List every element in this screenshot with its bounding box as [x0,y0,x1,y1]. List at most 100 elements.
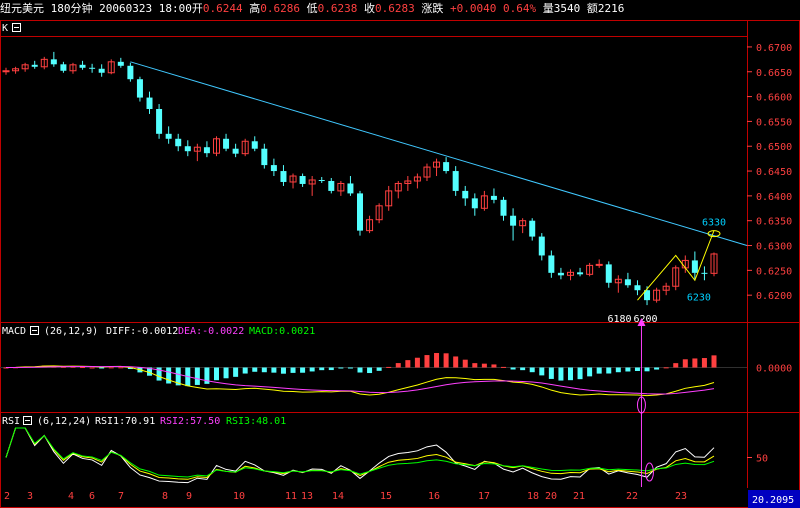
annotation-high: 6330 [702,218,726,229]
price-tick-label: 0.6250 [756,266,792,277]
macd-bar [242,367,248,374]
macd-bar [481,363,487,368]
macd-bar [213,367,219,381]
annotation-low-b: 6200 [633,314,657,325]
candle-body-down [175,138,182,147]
rsi2-line [5,427,715,480]
candle-body-down [490,195,497,200]
x-label: 17 [478,491,490,502]
macd-bar [424,355,430,368]
macd-bar [233,367,239,377]
macd-bar [692,358,698,368]
x-label: 11 [285,491,297,502]
candle-body-up [2,70,10,73]
macd-bar [501,366,507,368]
candle-body-down [261,148,268,166]
chart-frame [0,20,800,508]
x-label: 10 [233,491,245,502]
macd-bar [194,367,200,385]
macd-bar [510,367,516,370]
price-chart: K MACD (26,12,9) DIFF:-0.0012 DEA:-0.002… [0,20,800,508]
outer-frame [0,20,800,508]
macd-toggle-icon[interactable] [30,326,39,335]
rsi-params: (6,12,24) [37,416,91,427]
macd-bar [89,367,95,369]
macd-bar [118,367,124,369]
candle-body-down [270,165,277,172]
candle-body-down [347,183,354,194]
x-label: 15 [380,491,392,502]
macd-bar [367,367,373,374]
candle-body-down [127,65,134,80]
macd-bar [644,367,650,372]
candle-body-down [510,215,517,226]
macd-bar [520,367,526,371]
candle-body-down [577,272,584,275]
candle-body-down [452,171,459,191]
macd-bar [701,358,707,368]
candle-body-down [50,59,57,65]
price-tick-label: 0.6350 [756,217,792,228]
candle-body-down [165,133,172,139]
macd-bar [261,367,267,373]
k-panel-label: K [2,23,8,34]
macd-bar [108,367,114,369]
candle-body-down [251,141,258,149]
macd-params: (26,12,9) [44,326,98,337]
macd-bar [606,367,612,374]
macd-bar [386,366,392,368]
x-label: 13 [301,491,313,502]
macd-bar [338,367,344,369]
rsi-panel-label: RSI [2,416,20,427]
candle-body-down [223,138,230,149]
macd-value-name: MACD:0.0021 [249,326,315,337]
price-axis-ticks: 0.6700 0.6650 0.6600 0.6550 0.6500 0.6450 0.64… [747,43,792,302]
rsi3-legend: RSI3:48.01 [226,416,286,427]
rsi-toggle-icon[interactable] [23,416,32,425]
candle-body-down [529,220,536,237]
rsi-tick-label: 50 [756,454,768,465]
x-label: 14 [332,491,344,502]
macd-bar [319,367,325,371]
macd-bar [577,367,583,380]
macd-bar [347,367,353,369]
macd-bar [271,367,277,373]
candle-body-down [232,148,239,154]
candle-body-up [595,263,603,266]
candle-body-down [634,285,641,291]
macd-dea-name: DEA:-0.0022 [178,326,244,337]
candle-body-down [203,147,210,154]
macd-bar [596,367,602,374]
x-label: 3 [27,491,33,502]
candle-body-down [318,179,325,181]
macd-bar [491,364,497,368]
macd-bar [309,367,315,372]
candle-body-down [624,279,631,286]
price-tick-label: 0.6650 [756,68,792,79]
candle-body-down [691,260,698,273]
macd-bar [166,367,172,384]
rsi3-line [5,427,715,478]
corner-value: 20.2095 [752,495,794,506]
macd-bar [300,367,306,373]
candle-body-down [299,176,306,184]
x-axis-labels: 2 3 4 6 7 8 9 10 11 13 14 15 16 17 18 20 21 22 23 [4,491,687,502]
x-label: 4 [68,491,74,502]
macd-bar [654,367,660,370]
candle-body-down [538,236,545,256]
candle-body-down [357,193,363,231]
macd-diff-name: DIFF:-0.0012 [106,326,178,337]
x-label: 2 [4,491,10,502]
x-label: 20 [545,491,557,502]
annotation-low-a: 6180 [607,314,631,325]
candle-body-down [79,64,86,68]
x-label: 22 [626,491,638,502]
k-toggle-icon[interactable] [12,23,21,32]
annotation-mid-low: 6230 [687,292,711,303]
macd-bar [434,353,440,368]
rsi2-legend: RSI2:57.50 [160,416,220,427]
macd-bar [462,359,468,368]
candle-body-down [89,67,96,69]
macd-bar [80,367,86,369]
x-label: 18 [527,491,539,502]
